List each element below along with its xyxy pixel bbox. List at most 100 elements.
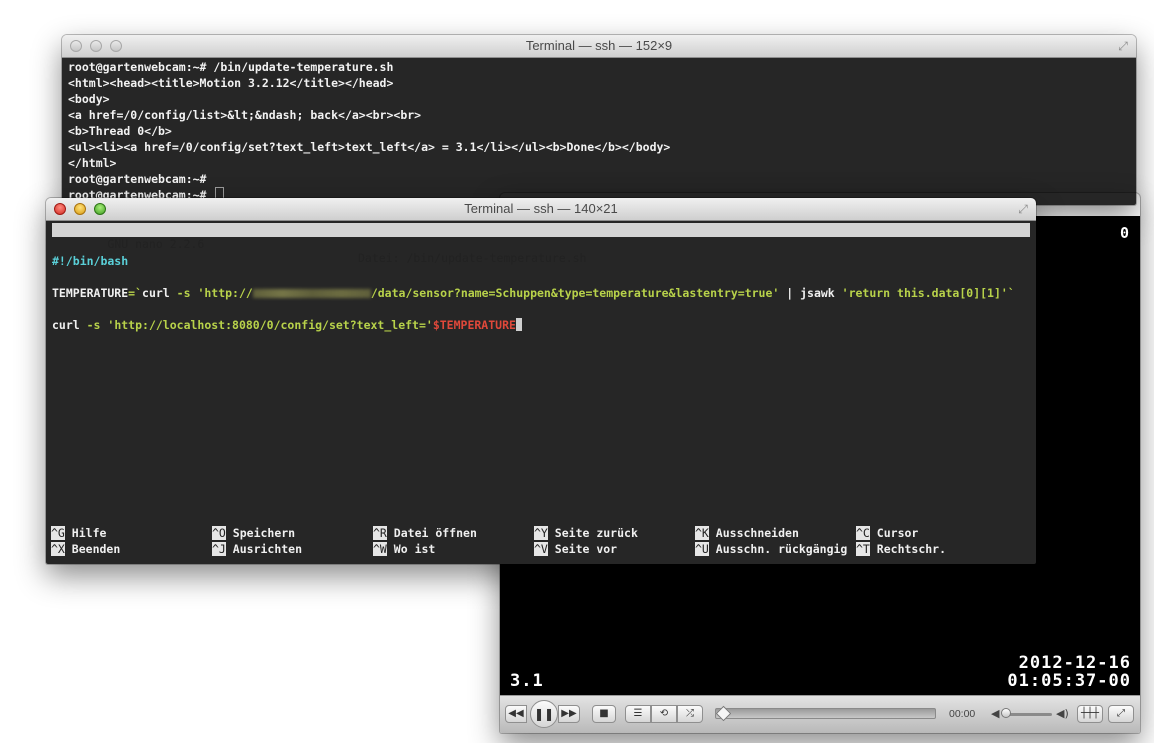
code-token: | jsawk <box>779 286 842 300</box>
window-title: Terminal — ssh — 152×9 <box>525 38 673 53</box>
nano-editor[interactable]: GNU nano 2.2.6 Datei: /bin/update-temper… <box>46 221 1036 564</box>
shortcut-cursor[interactable]: ^C Cursor <box>856 525 918 541</box>
shortcut-exit[interactable]: ^X Beenden <box>51 541 120 557</box>
code-line-temperature: TEMPERATURE=`curl -s 'http:// /data/senso… <box>52 285 1015 301</box>
code-token: =` <box>128 286 143 300</box>
shortcut-save[interactable]: ^O Speichern <box>212 525 295 541</box>
shortcut-key: ^O <box>212 526 226 540</box>
equalizer-icon: ┼┼┼ <box>1080 708 1100 719</box>
shortcut-key: ^U <box>695 542 709 556</box>
shortcut-label: Seite zurück <box>554 526 638 540</box>
volume-slider[interactable] <box>1004 713 1052 716</box>
shortcut-where-is[interactable]: ^W Wo ist <box>373 541 435 557</box>
rewind-button[interactable]: ◀◀ <box>505 705 527 723</box>
volume-max-icon[interactable]: ◀) <box>1056 707 1069 720</box>
code-token: TEMPERATURE <box>52 286 129 300</box>
shortcut-label: Rechtschr. <box>876 542 947 556</box>
osd-time: 01:05:37-00 <box>1007 671 1131 691</box>
code-line-curl: curl -s 'http://localhost:8080/0/config/… <box>52 317 522 333</box>
terminal-line: <body> <box>68 92 110 106</box>
fast-forward-icon: ▶▶ <box>561 708 577 719</box>
shortcut-spell[interactable]: ^T Rechtschr. <box>856 541 946 557</box>
shortcut-key: ^G <box>51 526 65 540</box>
terminal-line: <html><head><title>Motion 3.2.12</title>… <box>68 76 394 90</box>
redacted-hostname <box>252 289 371 298</box>
shuffle-button[interactable]: ⤮ <box>677 705 703 723</box>
nano-version: GNU nano 2.2.6 <box>93 237 205 251</box>
window-title: Terminal — ssh — 140×21 <box>464 201 618 216</box>
code-token: 'http://localhost:8080/0/config/set?text… <box>107 318 433 332</box>
rewind-icon: ◀◀ <box>508 708 524 719</box>
code-line-shebang: #!/bin/bash <box>52 254 129 268</box>
fullscreen-icon: ⤢ <box>1117 708 1125 719</box>
volume-knob[interactable] <box>1001 708 1011 718</box>
shortcut-key: ^C <box>856 526 870 540</box>
code-token: -s <box>176 286 198 300</box>
pause-button[interactable]: ❚❚ <box>530 700 558 728</box>
back-terminal-window: Terminal — ssh — 152×9 ⤢ root@gartenwebc… <box>62 35 1136 205</box>
code-token: 'return this.data[0][1]' <box>841 286 1008 300</box>
shortcut-label: Seite vor <box>554 542 618 556</box>
terminal-line: <b>Thread 0</b> <box>68 124 172 138</box>
shortcut-key: ^R <box>373 526 387 540</box>
close-icon[interactable] <box>70 40 82 52</box>
shortcut-key: ^X <box>51 542 65 556</box>
seek-knob[interactable] <box>715 705 732 722</box>
zoom-icon[interactable] <box>110 40 122 52</box>
seek-slider[interactable] <box>715 705 936 722</box>
minimize-icon[interactable] <box>90 40 102 52</box>
shortcut-key: ^V <box>534 542 548 556</box>
osd-date: 2012-12-16 <box>1018 653 1131 673</box>
shortcut-label: Beenden <box>71 542 121 556</box>
back-terminal-titlebar[interactable]: Terminal — ssh — 152×9 ⤢ <box>62 35 1136 58</box>
repeat-icon: ⟲ <box>659 708 669 719</box>
terminal-line: root@gartenwebcam:~# <box>68 172 207 186</box>
shortcut-cut[interactable]: ^K Ausschneiden <box>695 525 799 541</box>
fullscreen-icon[interactable]: ⤢ <box>1016 202 1030 216</box>
osd-temperature: 3.1 <box>510 671 544 691</box>
terminal-line: <ul><li><a href=/0/config/set?text_left>… <box>68 140 671 154</box>
shuffle-icon: ⤮ <box>686 708 694 719</box>
shortcut-label: Cursor <box>876 526 919 540</box>
playlist-icon: ☰ <box>633 708 643 719</box>
shortcut-open-file[interactable]: ^R Datei öffnen <box>373 525 477 541</box>
terminal-output[interactable]: root@gartenwebcam:~# /bin/update-tempera… <box>62 58 1136 205</box>
close-icon[interactable] <box>54 203 66 215</box>
code-token: -s <box>86 318 108 332</box>
shortcut-label: Ausschneiden <box>715 526 799 540</box>
code-token: curl <box>52 318 87 332</box>
fullscreen-button[interactable]: ⤢ <box>1108 705 1134 723</box>
fullscreen-icon[interactable]: ⤢ <box>1116 39 1130 53</box>
pause-icon: ❚❚ <box>533 707 555 721</box>
shortcut-key: ^W <box>373 542 387 556</box>
stop-button[interactable]: ■ <box>592 705 616 723</box>
shortcut-next-page[interactable]: ^V Seite vor <box>534 541 617 557</box>
nano-terminal-titlebar[interactable]: Terminal — ssh — 140×21 ⤢ <box>46 198 1036 221</box>
minimize-icon[interactable] <box>74 203 86 215</box>
nano-terminal-window: Terminal — ssh — 140×21 ⤢ GNU nano 2.2.6… <box>46 198 1036 564</box>
nano-cursor <box>515 318 522 331</box>
elapsed-time: 00:00 <box>949 708 976 720</box>
shortcut-uncut[interactable]: ^U Ausschn. rückgängig <box>695 541 847 557</box>
osd-motion-count: 0 <box>1119 224 1130 242</box>
shortcut-justify[interactable]: ^J Ausrichten <box>212 541 302 557</box>
terminal-line: root@gartenwebcam:~# /bin/update-tempera… <box>68 60 394 74</box>
playlist-button[interactable]: ☰ <box>625 705 651 723</box>
shortcut-prev-page[interactable]: ^Y Seite zurück <box>534 525 638 541</box>
nano-filename: Datei: /bin/update-temperature.sh <box>358 251 587 265</box>
shortcut-key: ^J <box>212 542 226 556</box>
stop-icon: ■ <box>599 708 609 719</box>
fast-forward-button[interactable]: ▶▶ <box>558 705 580 723</box>
shortcut-help[interactable]: ^G Hilfe <box>51 525 106 541</box>
shortcut-label: Ausschn. rückgängig <box>715 542 848 556</box>
shortcut-label: Hilfe <box>71 526 107 540</box>
shortcut-label: Speichern <box>232 526 296 540</box>
volume-mute-icon[interactable]: ◀ <box>991 707 999 720</box>
repeat-button[interactable]: ⟲ <box>651 705 677 723</box>
shortcut-label: Wo ist <box>393 542 436 556</box>
zoom-icon[interactable] <box>94 203 106 215</box>
equalizer-button[interactable]: ┼┼┼ <box>1077 705 1103 723</box>
shortcut-key: ^Y <box>534 526 548 540</box>
code-token: /data/sensor?name=Schuppen&type=temperat… <box>370 286 780 300</box>
code-token: $TEMPERATURE <box>432 318 516 332</box>
